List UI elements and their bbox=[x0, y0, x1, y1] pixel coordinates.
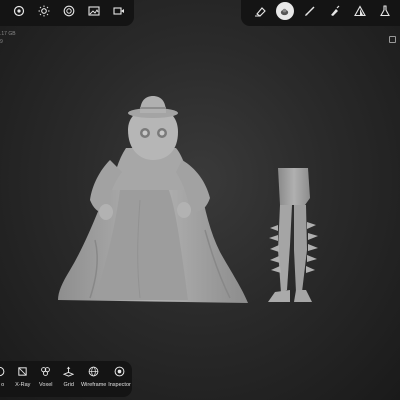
material-icon[interactable] bbox=[56, 0, 81, 24]
target-icon[interactable] bbox=[6, 0, 31, 24]
flask-icon[interactable] bbox=[372, 0, 397, 24]
stat-line-3: 9 bbox=[0, 39, 3, 45]
sculpt-brush-button[interactable] bbox=[272, 0, 297, 24]
xray-icon bbox=[18, 367, 27, 376]
triangle-icon[interactable] bbox=[347, 0, 372, 24]
sun-icon[interactable] bbox=[31, 0, 56, 24]
stats-overlay: .17 GB 9 bbox=[0, 30, 16, 46]
pen-icon[interactable] bbox=[297, 0, 322, 24]
video-icon[interactable] bbox=[106, 0, 131, 24]
partial-label: o bbox=[1, 382, 5, 388]
eraser-icon[interactable] bbox=[247, 0, 272, 24]
bottom-toolbar: o X-Ray Voxel Grid Wireframe Inspector bbox=[0, 361, 132, 397]
voxel-icon bbox=[41, 367, 51, 376]
grid-label: Grid bbox=[63, 382, 74, 388]
inspector-button[interactable]: Inspector bbox=[107, 363, 132, 395]
wireframe-button[interactable]: Wireframe bbox=[80, 363, 107, 395]
image-icon[interactable] bbox=[81, 0, 106, 24]
xray-button[interactable]: X-Ray bbox=[11, 363, 34, 395]
viewport-3d[interactable] bbox=[0, 0, 400, 400]
voxel-button[interactable]: Voxel bbox=[34, 363, 57, 395]
voxel-label: Voxel bbox=[39, 382, 53, 388]
top-left-toolbar bbox=[0, 0, 134, 26]
xray-label: X-Ray bbox=[15, 382, 31, 388]
memory-stat: .17 GB bbox=[0, 31, 16, 37]
partial-icon bbox=[0, 366, 5, 377]
inspector-label: Inspector bbox=[108, 382, 131, 388]
inspector-icon bbox=[114, 366, 125, 377]
sculpt-model-cloak-figure[interactable] bbox=[58, 96, 248, 303]
wireframe-label: Wireframe bbox=[80, 382, 107, 388]
grid-icon bbox=[63, 366, 75, 377]
grid-button[interactable]: Grid bbox=[57, 363, 80, 395]
smooth-brush-icon[interactable] bbox=[322, 0, 347, 24]
sculpt-brush-icon bbox=[275, 2, 294, 20]
wireframe-icon bbox=[88, 366, 99, 377]
camera-marker-icon[interactable] bbox=[389, 36, 396, 43]
sculpt-model-legs[interactable] bbox=[268, 168, 318, 302]
partial-button[interactable]: o bbox=[0, 363, 11, 395]
top-right-toolbar bbox=[241, 0, 400, 26]
